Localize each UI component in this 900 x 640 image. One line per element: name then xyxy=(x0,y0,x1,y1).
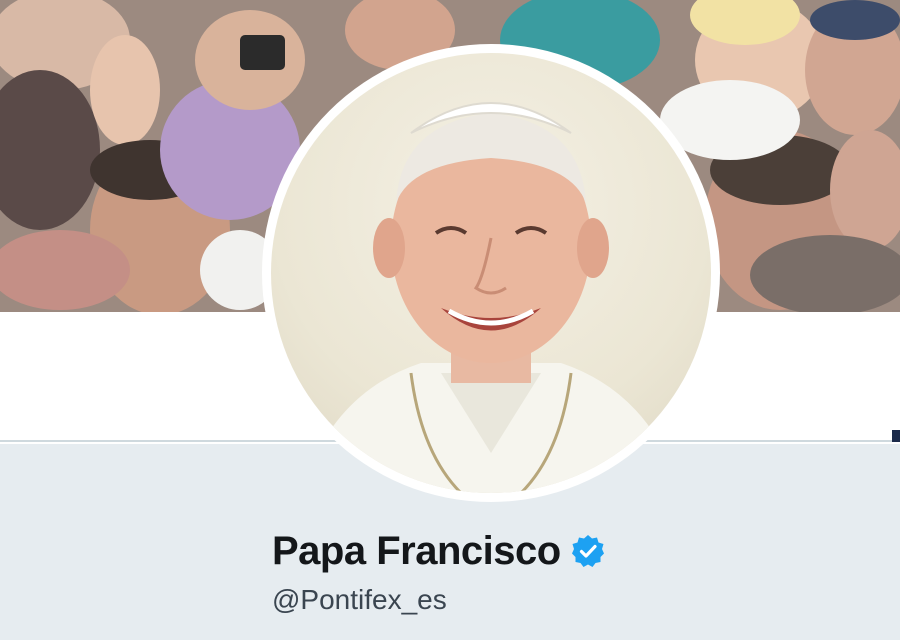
verified-badge-icon xyxy=(571,534,605,568)
avatar-portrait-illustration xyxy=(301,102,681,493)
profile-display-name[interactable]: Papa Francisco xyxy=(272,529,561,574)
profile-avatar[interactable] xyxy=(262,44,720,502)
avatar-photo xyxy=(271,53,711,493)
profile-name-row: Papa Francisco xyxy=(272,528,605,574)
nav-accent-bar xyxy=(892,430,900,442)
profile-handle[interactable]: @Pontifex_es xyxy=(272,584,447,616)
